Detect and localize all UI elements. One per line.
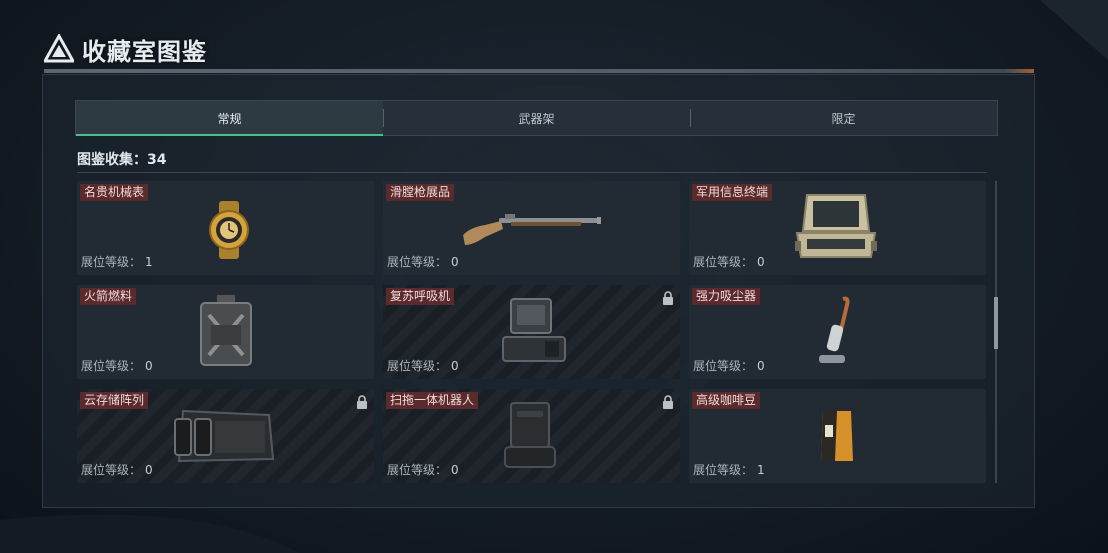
field-terminal-icon bbox=[795, 194, 877, 258]
item-name: 扫拖一体机器人 bbox=[386, 392, 479, 409]
fuel-canister-icon bbox=[200, 295, 252, 366]
booth-level-value: 0 bbox=[145, 463, 153, 477]
robot-vacuum-station-icon bbox=[504, 402, 556, 468]
item-name: 复苏呼吸机 bbox=[386, 288, 455, 305]
booth-level-label: 展位等级： bbox=[693, 359, 754, 373]
booth-level-label: 展位等级： bbox=[693, 255, 754, 269]
item-name: 高级咖啡豆 bbox=[692, 392, 761, 409]
booth-level-value: 0 bbox=[451, 359, 459, 373]
booth-level: 展位等级： 0 bbox=[387, 461, 459, 478]
item-card[interactable]: 强力吸尘器 展位等级： 0 bbox=[689, 285, 986, 379]
lock-icon bbox=[357, 395, 367, 409]
tab-bar: 常规 武器架 限定 bbox=[75, 100, 998, 136]
item-card[interactable]: 云存储阵列 展位等级： 0 bbox=[77, 389, 374, 483]
header-divider bbox=[44, 69, 1034, 73]
booth-level: 展位等级： 0 bbox=[693, 357, 765, 374]
count-divider bbox=[77, 172, 987, 173]
booth-level-label: 展位等级： bbox=[693, 463, 754, 477]
item-name: 强力吸尘器 bbox=[692, 288, 761, 305]
booth-level: 展位等级： 0 bbox=[81, 357, 153, 374]
booth-level: 展位等级： 1 bbox=[693, 461, 765, 478]
booth-level-label: 展位等级： bbox=[387, 255, 448, 269]
item-name: 军用信息终端 bbox=[692, 184, 773, 201]
item-card[interactable]: 军用信息终端 展位等级： 0 bbox=[689, 181, 986, 275]
musket-icon bbox=[463, 214, 601, 245]
item-card[interactable]: 滑膛枪展品 展位等级： 0 bbox=[383, 181, 680, 275]
tab-limited[interactable]: 限定 bbox=[690, 101, 997, 135]
lock-icon bbox=[663, 395, 673, 409]
booth-level: 展位等级： 1 bbox=[81, 253, 153, 270]
page-header: 收藏室图鉴 bbox=[44, 32, 207, 66]
booth-level-label: 展位等级： bbox=[81, 463, 142, 477]
scrollbar-thumb[interactable] bbox=[994, 297, 998, 349]
booth-level: 展位等级： 0 bbox=[81, 461, 153, 478]
item-name: 名贵机械表 bbox=[80, 184, 149, 201]
item-card[interactable]: 名贵机械表 展位等级： 1 bbox=[77, 181, 374, 275]
collection-count: 图鉴收集：34 bbox=[77, 152, 167, 168]
tab-regular[interactable]: 常规 bbox=[76, 101, 383, 136]
booth-level: 展位等级： 0 bbox=[693, 253, 765, 270]
item-card[interactable]: 火箭燃料 展位等级： 0 bbox=[77, 285, 374, 379]
item-name: 云存储阵列 bbox=[80, 392, 149, 409]
coffee-bag-icon bbox=[821, 411, 853, 461]
lock-icon bbox=[663, 291, 673, 305]
tab-weapon-rack[interactable]: 武器架 bbox=[383, 101, 690, 135]
item-name: 火箭燃料 bbox=[80, 288, 137, 305]
item-card[interactable]: 复苏呼吸机 展位等级： 0 bbox=[383, 285, 680, 379]
booth-level-label: 展位等级： bbox=[81, 255, 142, 269]
booth-level-value: 1 bbox=[757, 463, 765, 477]
triangle-logo-icon bbox=[44, 34, 74, 63]
item-card[interactable]: 高级咖啡豆 展位等级： 1 bbox=[689, 389, 986, 483]
booth-level: 展位等级： 0 bbox=[387, 253, 459, 270]
booth-level-value: 0 bbox=[757, 255, 765, 269]
booth-level: 展位等级： 0 bbox=[387, 357, 459, 374]
booth-level-value: 1 bbox=[145, 255, 153, 269]
booth-level-value: 0 bbox=[451, 463, 459, 477]
item-name: 滑膛枪展品 bbox=[386, 184, 455, 201]
booth-level-label: 展位等级： bbox=[81, 359, 142, 373]
booth-level-label: 展位等级： bbox=[387, 463, 448, 477]
page-title: 收藏室图鉴 bbox=[82, 37, 207, 66]
vacuum-cleaner-icon bbox=[819, 296, 850, 363]
ventilator-icon bbox=[502, 298, 566, 362]
gold-watch-icon bbox=[209, 201, 249, 259]
storage-array-icon bbox=[174, 409, 275, 463]
booth-level-label: 展位等级： bbox=[387, 359, 448, 373]
booth-level-value: 0 bbox=[451, 255, 459, 269]
booth-level-value: 0 bbox=[145, 359, 153, 373]
booth-level-value: 0 bbox=[757, 359, 765, 373]
item-card[interactable]: 扫拖一体机器人 展位等级： 0 bbox=[383, 389, 680, 483]
